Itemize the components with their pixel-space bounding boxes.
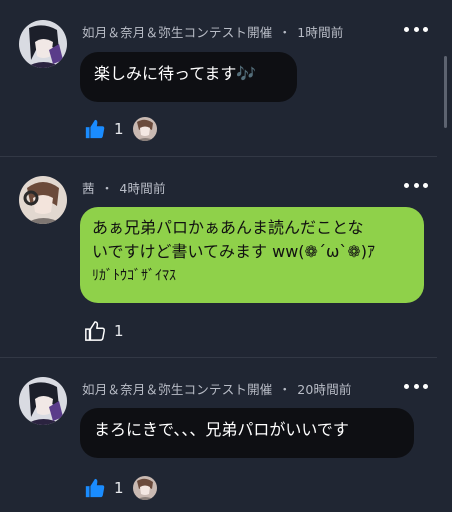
like-count: 1 (114, 120, 124, 138)
like-count: 1 (114, 479, 124, 497)
comment-bubble: あぁ兄弟パロかぁあんま読んだことな いですけど書いてみます ww(❁´ω`❁)ｱ… (80, 207, 424, 303)
liker-avatar-image (132, 476, 157, 500)
more-dot (413, 26, 419, 32)
avatar[interactable] (19, 20, 67, 68)
more-dot (423, 182, 428, 188)
avatar[interactable] (19, 377, 67, 425)
comment-meta: 茜・ 4時間前 (82, 178, 166, 197)
more-dot (413, 182, 419, 188)
comment-bubble: まろにきで、、、兄弟パロがいいです (80, 408, 414, 458)
comment-text: まろにきで、、、兄弟パロがいいです (94, 420, 349, 439)
comment-bubble: 楽しみに待ってます🎶 (80, 52, 297, 102)
more-horizontal-icon (404, 383, 409, 389)
more-horizontal-icon (404, 182, 409, 188)
comment-text-line-3: ﾘｶﾞﾄｳｺﾞｻﾞｲﾏｽ (92, 268, 176, 284)
meta-separator: ・ (278, 25, 292, 40)
comment-text-line-2: いですけど書いてみます ww(❁´ω`❁)ｱ (92, 242, 375, 261)
avatar-image (19, 176, 67, 224)
like-row: 1 (84, 476, 157, 500)
more-options-button[interactable] (404, 180, 428, 190)
avatar-image (19, 20, 67, 68)
more-dot (423, 26, 428, 32)
more-options-button[interactable] (404, 24, 428, 34)
comment-text-line-1: あぁ兄弟パロかぁあんま読んだことな (92, 218, 364, 237)
scrollbar[interactable] (444, 56, 447, 128)
liker-avatar-image (132, 117, 157, 141)
thumbs-up-outline-icon[interactable] (84, 320, 106, 342)
avatar[interactable] (19, 176, 67, 224)
more-options-button[interactable] (404, 381, 428, 391)
comment-time: 1時間前 (297, 25, 344, 40)
author-name[interactable]: 茜 (82, 181, 95, 196)
author-name[interactable]: 如月＆奈月＆弥生コンテスト開催 (82, 382, 273, 397)
comment-meta: 如月＆奈月＆弥生コンテスト開催・ 20時間前 (82, 379, 352, 398)
comment-time: 4時間前 (119, 181, 166, 196)
like-row: 1 (84, 117, 157, 141)
meta-separator: ・ (100, 181, 114, 196)
liker-avatar[interactable] (132, 117, 157, 141)
author-name[interactable]: 如月＆奈月＆弥生コンテスト開催 (82, 25, 273, 40)
like-count: 1 (114, 322, 124, 340)
avatar-image (19, 377, 67, 425)
comment-divider (0, 357, 437, 358)
comment-meta: 如月＆奈月＆弥生コンテスト開催・ 1時間前 (82, 22, 343, 41)
comment-divider (0, 156, 437, 157)
meta-separator: ・ (278, 382, 292, 397)
thumbs-up-filled-icon[interactable] (84, 118, 106, 140)
comment-time: 20時間前 (297, 382, 352, 397)
thumbs-up-filled-icon[interactable] (84, 477, 106, 499)
more-horizontal-icon (404, 26, 409, 32)
comment-text: 楽しみに待ってます🎶 (94, 64, 257, 83)
liker-avatar[interactable] (132, 476, 157, 500)
more-dot (423, 383, 428, 389)
like-row: 1 (84, 320, 124, 342)
more-dot (413, 383, 419, 389)
